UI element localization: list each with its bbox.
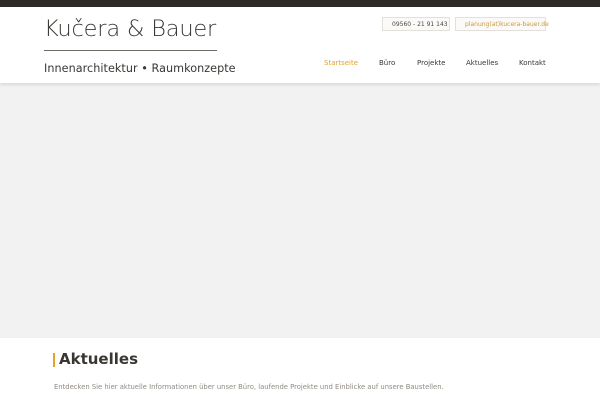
news-section: Aktuelles Entdecken Sie hier aktuelle In… xyxy=(0,338,600,400)
email-address: planung(at)kucera-bauer.de xyxy=(465,20,549,28)
hero-banner xyxy=(0,83,600,338)
top-bar xyxy=(0,0,600,7)
logo-divider xyxy=(44,50,217,51)
heading-accent-bar xyxy=(53,353,55,367)
nav-item-startseite[interactable]: Startseite xyxy=(324,59,358,67)
email-contact[interactable]: planung(at)kucera-bauer.de xyxy=(455,17,549,31)
logo-title: Kučera & Bauer xyxy=(44,16,217,42)
phone-number: 09560 - 21 91 143 xyxy=(392,20,448,28)
logo-tagline: Innenarchitektur • Raumkonzepte xyxy=(44,62,236,75)
site-header: Kučera & Bauer Innenarchitektur • Raumko… xyxy=(0,7,600,83)
nav-item-buero[interactable]: Büro xyxy=(379,59,395,67)
nav-item-projekte[interactable]: Projekte xyxy=(417,59,445,67)
section-heading: Aktuelles xyxy=(59,350,138,368)
nav-item-kontakt[interactable]: Kontakt xyxy=(519,59,546,67)
nav-item-aktuelles[interactable]: Aktuelles xyxy=(466,59,498,67)
logo[interactable]: Kučera & Bauer Innenarchitektur • Raumko… xyxy=(44,14,236,75)
section-intro-text: Entdecken Sie hier aktuelle Informatione… xyxy=(54,383,444,391)
phone-contact[interactable]: 09560 - 21 91 143 xyxy=(382,17,450,31)
